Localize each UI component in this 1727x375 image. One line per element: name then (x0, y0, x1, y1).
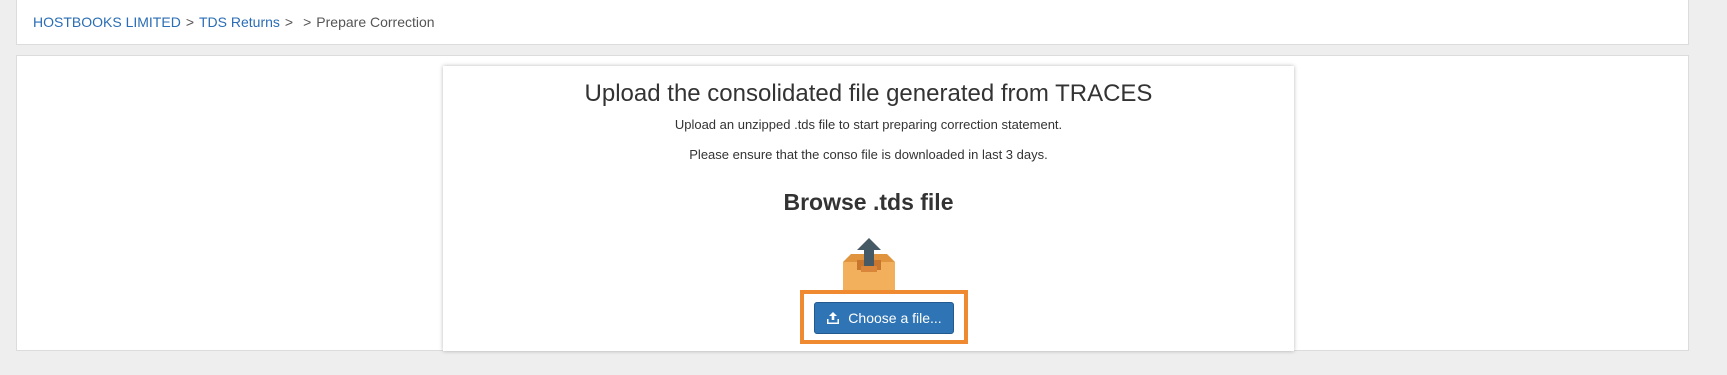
breadcrumb-current: Prepare Correction (316, 14, 435, 30)
browse-heading: Browse .tds file (783, 189, 954, 215)
upload-note: Please ensure that the conso file is dow… (689, 147, 1048, 162)
breadcrumb-separator: > (185, 14, 194, 30)
upload-card: Upload the consolidated file generated f… (443, 66, 1294, 351)
breadcrumb-separator: > (284, 14, 294, 30)
upload-title: Upload the consolidated file generated f… (584, 80, 1153, 107)
choose-file-label: Choose a file... (848, 310, 942, 326)
upload-subtitle: Upload an unzipped .tds file to start pr… (674, 117, 1063, 132)
upload-icon (827, 311, 840, 324)
breadcrumb-separator: > (303, 14, 312, 30)
choose-file-highlight: Choose a file... (800, 290, 968, 344)
breadcrumb-tds-returns-link[interactable]: TDS Returns (199, 14, 280, 30)
upload-box-icon (842, 238, 895, 293)
breadcrumb: HOSTBOOKS LIMITED > TDS Returns > > Prep… (16, 0, 1689, 45)
main-panel: Upload the consolidated file generated f… (16, 55, 1689, 351)
choose-file-button[interactable]: Choose a file... (814, 302, 954, 334)
breadcrumb-company-link[interactable]: HOSTBOOKS LIMITED (33, 14, 181, 30)
